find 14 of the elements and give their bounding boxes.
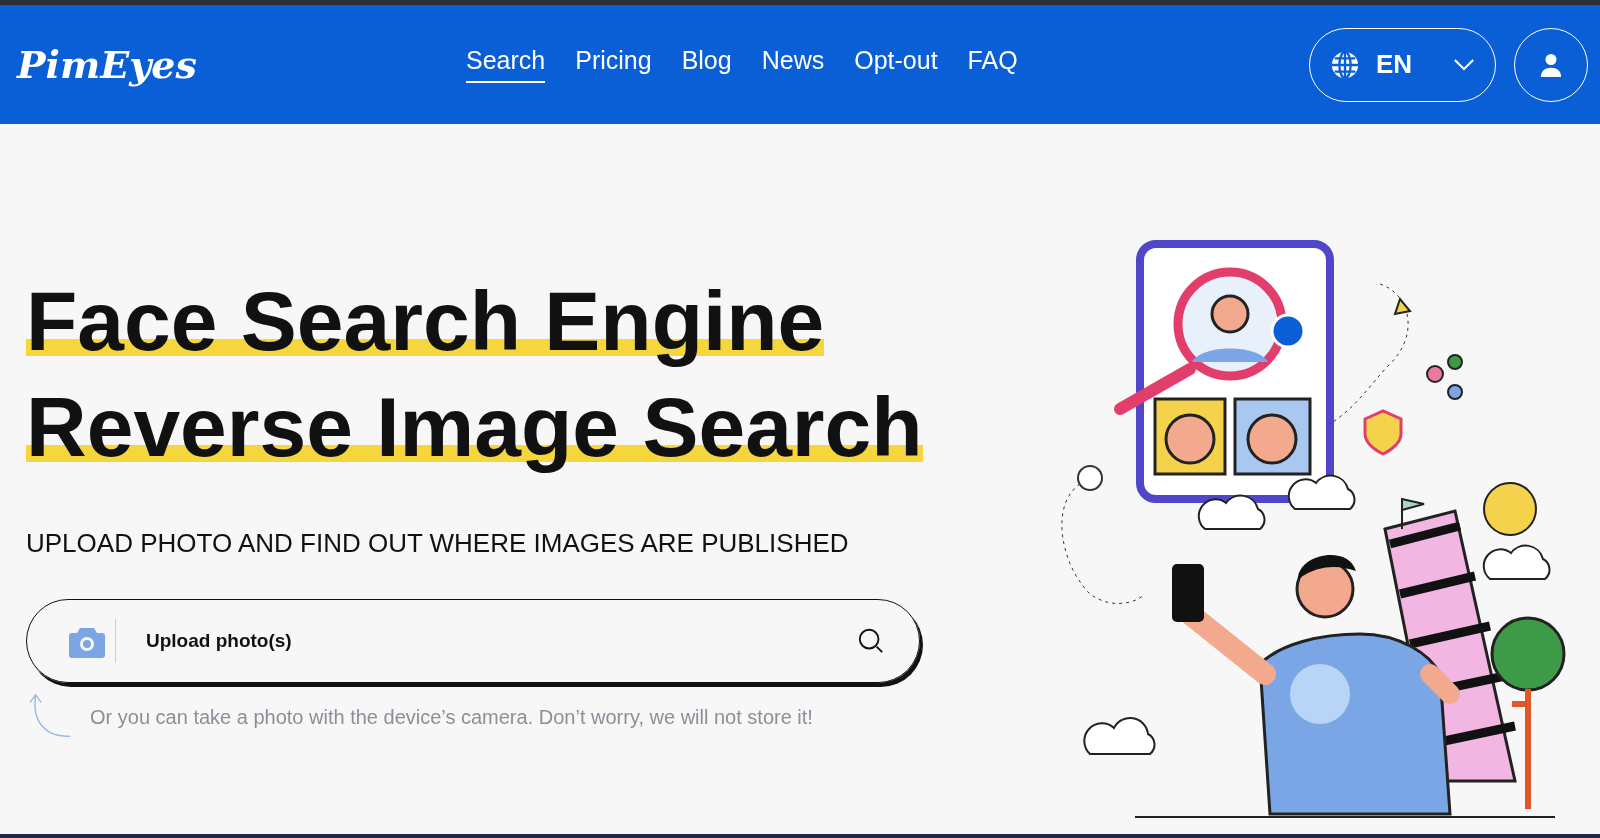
- chevron-down-icon: [1453, 58, 1475, 71]
- nav-link[interactable]: Search: [466, 46, 546, 83]
- upload-label: Upload photo(s): [146, 630, 292, 652]
- camera-hint: Or you can take a photo with the device’s camera. Don’t worry, we will not store it!: [90, 706, 813, 730]
- nav-link[interactable]: Blog: [681, 46, 732, 83]
- subtitle: UPLOAD PHOTO AND FIND OUT WHERE IMAGES ARE PUBLISHED: [26, 528, 850, 559]
- globe-icon: [1330, 49, 1360, 80]
- search-icon[interactable]: [857, 627, 885, 655]
- nav-link[interactable]: Opt-out: [854, 46, 938, 83]
- user-icon: [1540, 51, 1562, 78]
- nav-link[interactable]: News: [761, 46, 825, 83]
- logo-link[interactable]: PimEyes: [17, 42, 197, 87]
- nav-link[interactable]: Pricing: [575, 46, 652, 83]
- nav-link[interactable]: FAQ: [967, 46, 1018, 83]
